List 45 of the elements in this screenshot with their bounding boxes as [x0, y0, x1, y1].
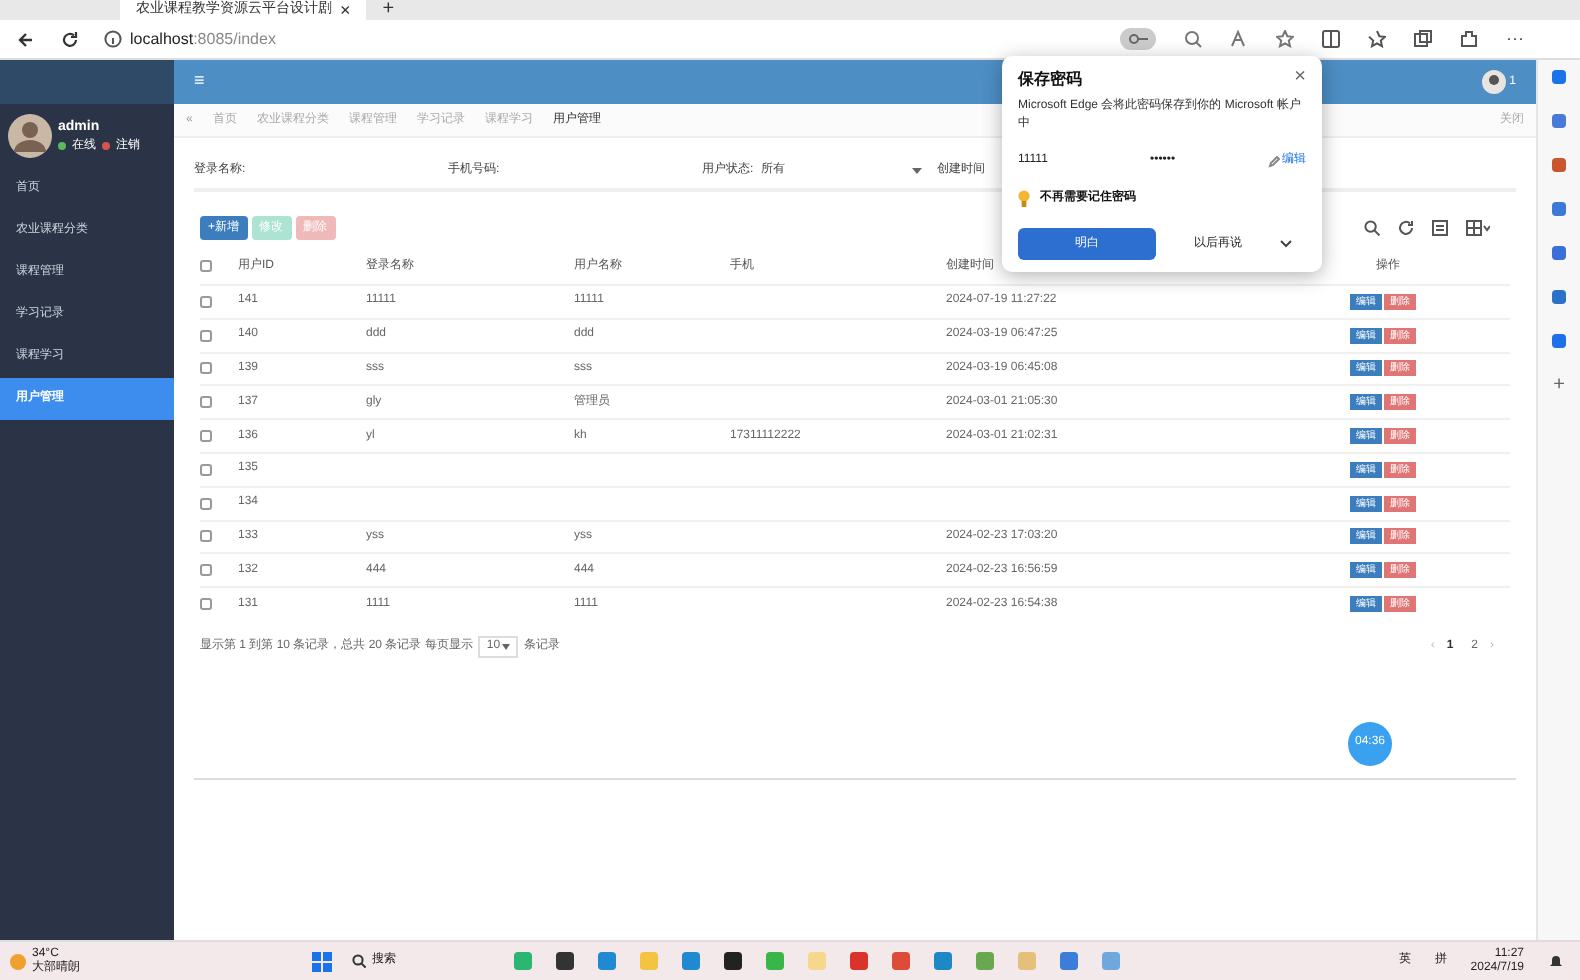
extensions-icon[interactable]: [1460, 30, 1478, 48]
app-icon[interactable]: [722, 950, 744, 972]
back-icon[interactable]: [16, 29, 36, 49]
list-icon[interactable]: [1432, 220, 1448, 236]
address-field[interactable]: localhost:8085/index: [130, 27, 276, 51]
caret-icon: [502, 643, 511, 650]
refresh-icon[interactable]: [1398, 220, 1414, 236]
caret-icon: [911, 167, 922, 173]
avatar-icon: [8, 114, 52, 158]
checkbox[interactable]: [200, 295, 212, 308]
dialog-title: 保存密码: [1018, 68, 1082, 92]
favorite-icon[interactable]: [1276, 30, 1294, 48]
collections-icon[interactable]: [1414, 30, 1432, 48]
chevron-icon[interactable]: [1280, 240, 1292, 248]
checkbox[interactable]: [200, 463, 212, 476]
more-menu-button[interactable]: ···: [1506, 25, 1524, 53]
pencil-icon: [1268, 155, 1280, 167]
status-dot-icon: [58, 142, 66, 150]
info-icon: [104, 30, 122, 48]
checkbox[interactable]: [200, 530, 212, 543]
checkbox[interactable]: [200, 564, 212, 577]
menu-toggle-button[interactable]: ≡: [194, 68, 205, 96]
checkbox[interactable]: [200, 396, 212, 409]
refresh-icon[interactable]: [60, 29, 80, 49]
logout-icon[interactable]: [102, 142, 110, 150]
checkbox[interactable]: [200, 329, 212, 342]
key-icon[interactable]: [1120, 28, 1156, 50]
add-button[interactable]: +: [1553, 376, 1565, 396]
columns-icon[interactable]: [1466, 220, 1490, 236]
zoom-icon[interactable]: [1184, 30, 1202, 48]
checkbox[interactable]: [200, 497, 212, 510]
start-icon[interactable]: [312, 951, 332, 971]
lightbulb-icon: [1018, 190, 1030, 208]
close-button[interactable]: ×: [1294, 68, 1306, 88]
favorites-icon[interactable]: [1368, 30, 1386, 48]
bell-icon[interactable]: [1548, 953, 1564, 969]
split-screen-icon[interactable]: [1322, 30, 1340, 48]
app-icon[interactable]: [554, 950, 576, 972]
checkbox[interactable]: [200, 260, 212, 272]
avatar-icon: [1481, 70, 1506, 94]
new-tab-button[interactable]: +: [382, 0, 395, 20]
checkbox[interactable]: [200, 598, 212, 611]
read-aloud-icon[interactable]: [1230, 30, 1248, 48]
checkbox[interactable]: [200, 362, 212, 375]
checkbox[interactable]: [200, 430, 212, 443]
